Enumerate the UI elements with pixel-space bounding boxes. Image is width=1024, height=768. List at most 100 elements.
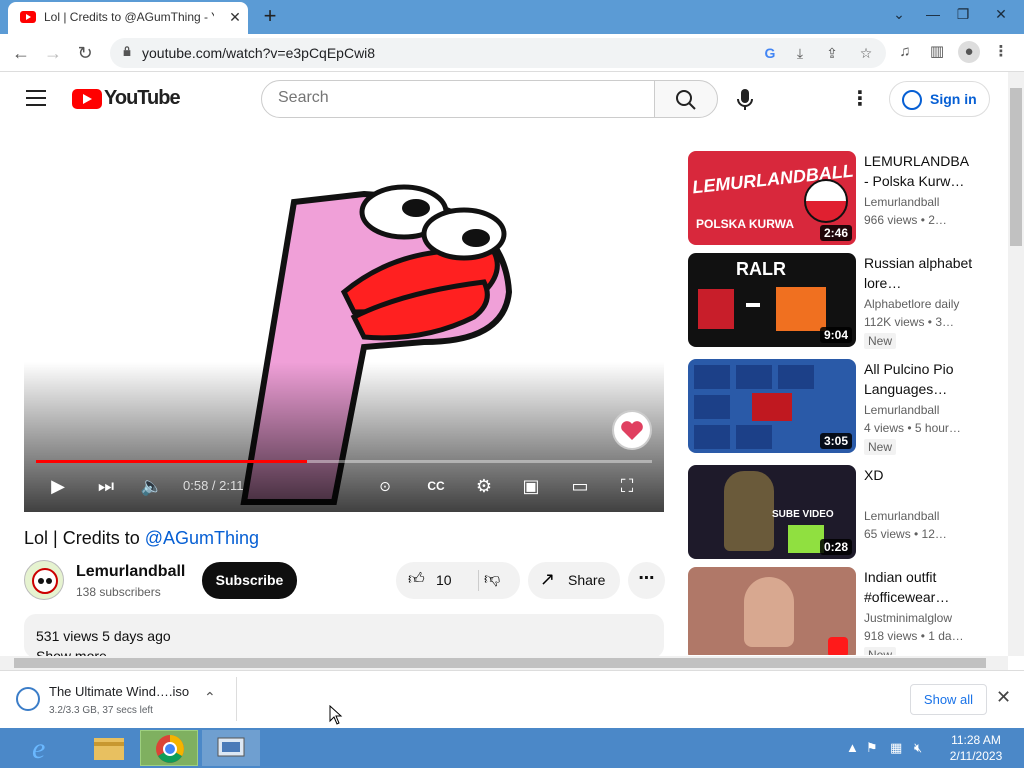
recommendation-channel: Justminimalglow: [864, 611, 953, 625]
description-box[interactable]: 531 views 5 days ago Show more: [24, 614, 664, 658]
recommendation-title: XD: [864, 467, 884, 483]
show-all-button[interactable]: Show all: [910, 684, 987, 715]
clock-time[interactable]: 11:28 AM: [946, 733, 1006, 747]
tab-close-icon[interactable]: ✕: [226, 8, 244, 26]
dash-shape: [746, 303, 760, 307]
recommendation-item[interactable]: 3:05 All Pulcino Pio Languages… Lemurlan…: [688, 359, 992, 455]
like-dislike-group: 👍︎ 10 👎︎: [396, 562, 520, 599]
sign-in-label: Sign in: [930, 91, 977, 107]
recommendation-thumbnail[interactable]: SUBE VIDEO 0:28: [688, 465, 856, 559]
file-explorer-icon[interactable]: [80, 730, 138, 766]
play-icon[interactable]: ▶: [46, 474, 70, 498]
like-count[interactable]: 10: [436, 572, 452, 588]
recommendation-meta: 112K views • 3…: [864, 315, 955, 329]
recommendation-thumbnail[interactable]: [688, 567, 856, 655]
thumbs-down-icon[interactable]: 👎︎: [484, 570, 500, 589]
volume-icon[interactable]: 🔈: [140, 474, 164, 498]
center-thumb-shape: [752, 393, 792, 421]
thumbnail-subtext: POLSKA KURWA: [696, 217, 795, 231]
google-lens-icon[interactable]: G: [760, 44, 780, 62]
sign-in-button[interactable]: Sign in: [889, 81, 990, 117]
voice-search-button[interactable]: [730, 84, 760, 114]
setup-app-icon[interactable]: [202, 730, 260, 766]
video-duration: 9:04: [819, 327, 852, 343]
lock-icon: [123, 46, 131, 56]
recommendation-thumbnail[interactable]: RALR 9:04: [688, 253, 856, 347]
recommendation-title: All Pulcino Pio Languages…: [864, 361, 954, 397]
forward-button[interactable]: →: [40, 40, 66, 66]
vertical-scroll-thumb[interactable]: [1010, 88, 1022, 246]
action-center-flag-icon[interactable]: ⚑: [866, 740, 878, 756]
search-button[interactable]: [654, 80, 718, 118]
like-divider: [478, 570, 479, 591]
letter-sh-shape: [776, 287, 826, 331]
media-controls-icon[interactable]: ♫: [894, 41, 916, 63]
close-shelf-icon[interactable]: ✕: [996, 687, 1011, 708]
recommendation-item[interactable]: Indian outfit #officewear… Justminimalgl…: [688, 567, 992, 655]
network-icon[interactable]: ▦: [890, 740, 902, 756]
video-duration: 3:05: [819, 433, 852, 449]
youtube-wordmark[interactable]: YouTube: [104, 87, 181, 110]
tray-expand-icon[interactable]: ▲: [846, 740, 859, 755]
recommendation-item[interactable]: LEMURLANDBALL POLSKA KURWA 2:46 LEMURLAN…: [688, 151, 992, 247]
theater-mode-icon[interactable]: ▭: [566, 474, 594, 498]
video-duration: 2:46: [819, 225, 852, 241]
progress-played: [36, 460, 308, 463]
horizontal-scroll-thumb[interactable]: [14, 658, 986, 668]
profile-icon[interactable]: ●: [958, 41, 980, 63]
bookmark-star-icon[interactable]: ☆: [856, 44, 876, 62]
minimize-button[interactable]: —: [916, 0, 950, 30]
recommendation-channel: Lemurlandball: [864, 509, 940, 523]
video-player[interactable]: ▶ ⏭ 🔈 0:58 / 2:11 ⊙ CC ⚙ ▣ ▭ ⛶: [24, 142, 664, 512]
volume-muted-icon[interactable]: 🔇︎: [914, 740, 922, 756]
subscriber-count: 138 subscribers: [76, 585, 161, 599]
horizontal-scrollbar[interactable]: [0, 656, 1008, 670]
share-button[interactable]: ↗ Share: [528, 562, 620, 599]
chrome-menu-icon[interactable]: ⋮: [990, 41, 1012, 63]
autoplay-toggle-icon[interactable]: ⊙: [368, 474, 402, 498]
download-divider: [236, 677, 237, 721]
window-close-button[interactable]: ✕: [978, 0, 1024, 30]
reload-button[interactable]: ↻: [72, 40, 98, 66]
subscribe-button[interactable]: Subscribe: [202, 562, 297, 599]
internet-explorer-icon[interactable]: e: [20, 730, 78, 766]
vertical-scrollbar[interactable]: [1008, 72, 1024, 656]
settings-gear-icon[interactable]: ⚙: [472, 474, 496, 498]
captions-icon[interactable]: CC: [424, 474, 448, 498]
recommendation-thumbnail[interactable]: 3:05: [688, 359, 856, 453]
fullscreen-icon[interactable]: ⛶: [614, 474, 640, 498]
share-page-icon[interactable]: ⇪: [822, 44, 842, 62]
channel-name[interactable]: Lemurlandball: [76, 563, 185, 581]
heart-channel-watermark-icon[interactable]: [612, 410, 652, 450]
tab-search-icon[interactable]: ⌄: [882, 0, 916, 30]
search-box[interactable]: [261, 80, 655, 118]
settings-more-icon[interactable]: ⋮: [848, 86, 872, 112]
search-input[interactable]: [278, 89, 638, 107]
address-bar[interactable]: youtube.com/watch?v=e3pCqEpCwi8 G ⤓ ⇪ ☆: [110, 38, 886, 68]
chrome-taskbar-icon[interactable]: [140, 730, 198, 766]
hamburger-menu-icon[interactable]: [26, 90, 46, 106]
new-tab-button[interactable]: +: [258, 5, 282, 29]
browser-tab[interactable]: Lol | Credits to @AGumThing - Y ✕: [8, 2, 248, 34]
side-panel-icon[interactable]: ▥: [926, 41, 948, 63]
recommendation-title: Russian alphabet lore…: [864, 255, 973, 291]
back-button[interactable]: ←: [8, 40, 34, 66]
thumbs-up-icon[interactable]: 👍︎: [408, 570, 425, 589]
channel-avatar[interactable]: [24, 560, 64, 600]
recommendation-item[interactable]: RALR 9:04 Russian alphabet lore… Alphabe…: [688, 253, 992, 349]
more-actions-button[interactable]: ⋯: [628, 562, 665, 599]
recommendation-item[interactable]: SUBE VIDEO 0:28 XD Lemurlandball 65 view…: [688, 465, 992, 561]
chevron-up-icon[interactable]: ⌃: [204, 689, 216, 706]
install-app-icon[interactable]: ⤓: [790, 44, 810, 62]
next-icon[interactable]: ⏭: [94, 474, 118, 498]
recommendation-title: LEMURLANDBA - Polska Kurw…: [864, 153, 969, 189]
mention-link[interactable]: @AGumThing: [145, 528, 259, 548]
clock-date[interactable]: 2/11/2023: [946, 749, 1006, 763]
download-filename[interactable]: The Ultimate Wind….iso: [49, 684, 189, 699]
youtube-logo-icon[interactable]: [72, 89, 102, 109]
restore-button[interactable]: ❐: [946, 0, 980, 30]
share-label: Share: [568, 572, 606, 588]
green-shape: [788, 525, 824, 553]
miniplayer-icon[interactable]: ▣: [518, 474, 544, 498]
recommendation-thumbnail[interactable]: LEMURLANDBALL POLSKA KURWA 2:46: [688, 151, 856, 245]
